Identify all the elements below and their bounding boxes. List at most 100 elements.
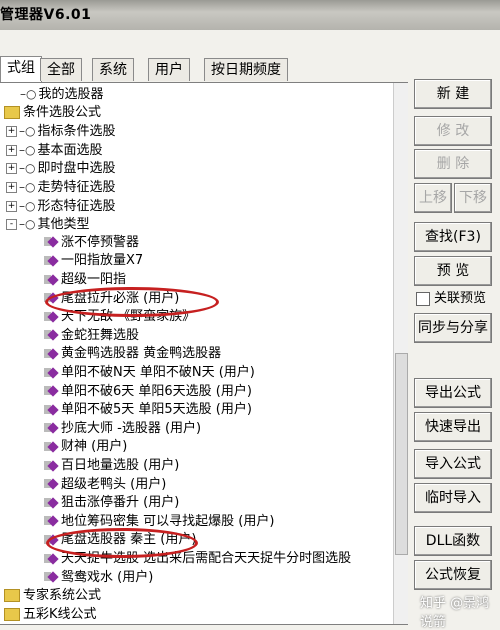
tab-group[interactable]: 式组 bbox=[0, 56, 42, 82]
formula-icon bbox=[44, 571, 59, 583]
tree-item[interactable]: 百日地量选股 (用户) bbox=[44, 457, 179, 475]
key-icon: –○ bbox=[19, 198, 36, 213]
tree-item-label: 五彩K线公式 bbox=[23, 606, 97, 622]
tree-item-label: 金蛇狂舞选股 bbox=[61, 327, 140, 343]
tab-by-date[interactable]: 按日期频度 bbox=[204, 58, 288, 81]
quick-export-button[interactable]: 快速导出 bbox=[414, 412, 492, 442]
tree-item-label: 单阳不破6天 单阳6天选股 (用户) bbox=[61, 383, 252, 399]
export-button[interactable]: 导出公式 bbox=[414, 378, 492, 408]
formula-icon bbox=[44, 497, 59, 509]
formula-icon bbox=[44, 404, 59, 416]
tree-item[interactable]: + –○ 形态特征选股 bbox=[6, 197, 116, 215]
tree-item[interactable]: 金蛇狂舞选股 bbox=[44, 327, 139, 345]
tree-item-label: 专家系统公式 bbox=[23, 588, 102, 604]
delete-button[interactable]: 删 除 bbox=[414, 149, 492, 179]
collapse-icon[interactable]: - bbox=[6, 219, 17, 231]
formula-icon bbox=[44, 236, 59, 248]
tree-item-label: 抄底大师 -选股器 (用户) bbox=[61, 420, 202, 436]
tree-item[interactable]: 条件选股公式 bbox=[4, 104, 101, 122]
key-icon: –○ bbox=[19, 180, 36, 194]
highlight-circle bbox=[45, 287, 219, 317]
tree-item[interactable]: 五彩K线公式 bbox=[4, 606, 97, 624]
formula-icon bbox=[44, 273, 59, 286]
formula-restore-button[interactable]: 公式恢复 bbox=[414, 560, 492, 590]
import-button[interactable]: 导入公式 bbox=[414, 449, 492, 479]
tree-item[interactable]: 单阳不破6天 单阳6天选股 (用户) bbox=[44, 383, 252, 401]
folder-icon bbox=[4, 607, 20, 621]
formula-icon bbox=[44, 459, 59, 472]
tree-item-label: 条件选股公式 bbox=[23, 104, 102, 120]
highlight-circle bbox=[46, 528, 198, 558]
title-bar: 管理器V6.01 bbox=[0, 0, 500, 30]
formula-icon bbox=[44, 385, 59, 397]
tree-item-label: 形态特征选股 bbox=[37, 198, 116, 214]
tab-system[interactable]: 系统 bbox=[92, 58, 134, 81]
tree-item-label: 财神 (用户) bbox=[61, 439, 128, 455]
window-title: 管理器V6.01 bbox=[0, 7, 92, 23]
tree-item-label: 涨不停预警器 bbox=[61, 234, 140, 250]
temp-import-button[interactable]: 临时导入 bbox=[414, 483, 492, 513]
tree-item[interactable]: + –○ 走势特征选股 bbox=[6, 178, 116, 196]
expand-icon[interactable]: + bbox=[6, 182, 17, 193]
key-icon: –○ bbox=[19, 217, 36, 232]
tree-item[interactable]: 涨不停预警器 bbox=[44, 234, 139, 252]
tree-item[interactable]: 单阳不破N天 单阳不破N天 (用户) bbox=[44, 364, 255, 382]
tab-all[interactable]: 全部 bbox=[40, 58, 82, 81]
tree-item[interactable]: –○ 我的选股器 bbox=[20, 85, 104, 103]
tree-item-label: 我的选股器 bbox=[38, 87, 104, 102]
tree-item-label: 走势特征选股 bbox=[37, 180, 116, 195]
formula-icon bbox=[44, 441, 59, 453]
formula-icon bbox=[44, 255, 59, 267]
tree-item-label: 黄金鸭选股器 黄金鸭选股器 bbox=[61, 346, 222, 362]
tree-item[interactable]: 狙击涨停番升 (用户) bbox=[44, 494, 179, 512]
scroll-thumb[interactable] bbox=[395, 353, 408, 555]
tree-item-label: 地位筹码密集 可以寻找起爆股 (用户) bbox=[61, 513, 275, 529]
move-up-button[interactable]: 上移 bbox=[414, 183, 452, 213]
expand-icon[interactable]: + bbox=[6, 126, 17, 138]
tree-item[interactable]: 一阳指放量X7 bbox=[44, 252, 143, 270]
sync-share-button[interactable]: 同步与分享 bbox=[414, 313, 492, 343]
tree-item-label: 超级一阳指 bbox=[61, 272, 127, 287]
vertical-scrollbar[interactable] bbox=[393, 83, 408, 624]
formula-icon bbox=[44, 515, 59, 527]
checkbox-box[interactable] bbox=[416, 291, 430, 306]
find-button[interactable]: 查找(F3) bbox=[414, 222, 492, 252]
watermark: 知乎 @景鸿说箭 bbox=[420, 596, 490, 630]
tree-item[interactable]: 专家系统公式 bbox=[4, 587, 101, 605]
link-preview-checkbox[interactable]: 关联预览 bbox=[416, 287, 486, 306]
move-down-button[interactable]: 下移 bbox=[454, 183, 492, 213]
expand-icon[interactable]: + bbox=[6, 200, 17, 212]
tree-item[interactable]: + –○ 即时盘中选股 bbox=[6, 159, 116, 177]
formula-icon bbox=[44, 552, 59, 565]
formula-icon bbox=[44, 311, 59, 323]
preview-button[interactable]: 预 览 bbox=[414, 256, 492, 286]
tree-item[interactable]: + –○ 指标条件选股 bbox=[6, 122, 116, 140]
new-button[interactable]: 新 建 bbox=[414, 79, 492, 109]
tree-item-label: 其他类型 bbox=[37, 217, 90, 233]
tree-item[interactable]: + –○ 基本面选股 bbox=[6, 141, 103, 159]
tree-item[interactable]: 超级一阳指 bbox=[44, 271, 126, 289]
tree-item[interactable]: 鸳鸯戏水 (用户) bbox=[44, 569, 153, 587]
tree-item[interactable]: 黄金鸭选股器 黄金鸭选股器 bbox=[44, 345, 221, 363]
formula-icon bbox=[44, 366, 59, 379]
tree-item-label: 基本面选股 bbox=[37, 142, 103, 158]
tab-user[interactable]: 用户 bbox=[148, 58, 190, 81]
key-icon: –○ bbox=[19, 161, 36, 176]
tree-item-label: 狙击涨停番升 (用户) bbox=[61, 495, 180, 511]
formula-icon bbox=[44, 329, 59, 341]
formula-icon bbox=[44, 478, 59, 490]
modify-button[interactable]: 修 改 bbox=[414, 116, 492, 146]
tree-item[interactable]: 单阳不破5天 单阳5天选股 (用户) bbox=[44, 401, 252, 419]
tree-item-label: 百日地量选股 (用户) bbox=[61, 458, 180, 473]
tree-item[interactable]: 超级老鸭头 (用户) bbox=[44, 476, 166, 494]
dll-function-button[interactable]: DLL函数 bbox=[414, 526, 492, 556]
tree-item[interactable]: 地位筹码密集 可以寻找起爆股 (用户) bbox=[44, 513, 274, 531]
checkbox-label: 关联预览 bbox=[434, 291, 487, 306]
expand-icon[interactable]: + bbox=[6, 163, 17, 175]
expand-icon[interactable]: + bbox=[6, 144, 17, 156]
tree-item[interactable]: 抄底大师 -选股器 (用户) bbox=[44, 420, 201, 438]
tree-item-label: 单阳不破5天 单阳5天选股 (用户) bbox=[61, 402, 252, 418]
tree-item[interactable]: - –○ 其他类型 bbox=[6, 215, 90, 233]
tree-item[interactable]: 财神 (用户) bbox=[44, 438, 127, 456]
key-icon: –○ bbox=[19, 142, 36, 157]
